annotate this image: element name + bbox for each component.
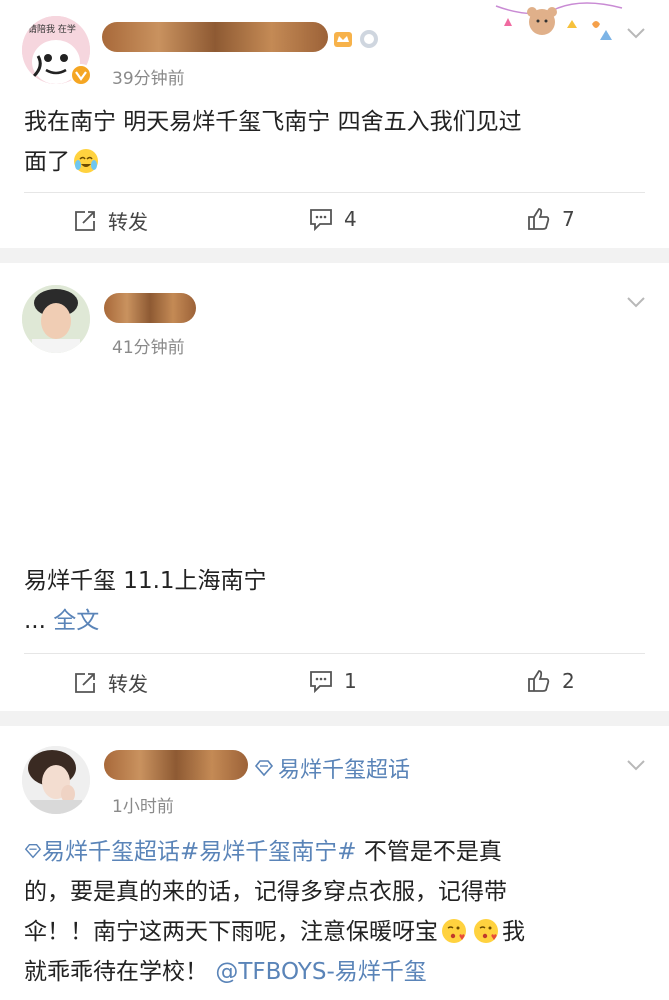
chevron-down-icon[interactable] [625, 291, 647, 313]
post-text-line: 面了 [24, 142, 645, 182]
divider [24, 653, 645, 654]
chevron-down-icon[interactable] [625, 754, 647, 776]
divider [24, 192, 645, 193]
crying-laugh-emoji-icon [74, 148, 98, 173]
repost-icon [75, 672, 95, 693]
like-button[interactable]: 7 [526, 206, 575, 232]
repost-button[interactable]: 转发 [72, 668, 148, 697]
post-timestamp: 39分钟前 [112, 69, 185, 89]
level-badge-icon [360, 30, 378, 48]
username-redacted[interactable] [104, 293, 196, 323]
username-redacted[interactable] [104, 750, 248, 780]
verified-badge-icon [70, 64, 92, 86]
full-text-link[interactable]: 全文 [53, 608, 99, 634]
comment-button[interactable]: 1 [308, 668, 357, 694]
comment-icon [310, 209, 332, 232]
kiss-emoji-icon [442, 918, 466, 943]
weibo-post-card[interactable]: 易烊千玺超话 1小时前 易烊千玺超话#易烊千玺南宁# 不管是不是真 的，要是真的… [0, 726, 669, 1000]
post-content: 易烊千玺超话#易烊千玺南宁# 不管是不是真 的，要是真的来的话，记得多穿点衣服，… [24, 832, 645, 992]
weibo-post-card[interactable]: 41分钟前 易烊千玺 11.1上海南宁 ... 全文 转发 1 2 [0, 263, 669, 711]
like-button[interactable]: 2 [526, 668, 575, 694]
username-redacted[interactable] [102, 22, 328, 52]
user-photo-icon [22, 746, 90, 814]
comment-count: 4 [344, 207, 357, 231]
like-icon [528, 670, 550, 692]
like-count: 7 [562, 207, 575, 231]
decoration-bear-banner-icon [495, 2, 623, 40]
post-text-line: 就乖乖待在学校！ @TFBOYS-易烊千玺 [24, 952, 645, 992]
user-avatar[interactable] [22, 746, 90, 814]
repost-button[interactable]: 转发 [72, 206, 148, 235]
chevron-down-icon[interactable] [625, 22, 647, 44]
post-text-line: 易烊千玺 11.1上海南宁 [24, 568, 267, 594]
comment-count: 1 [344, 669, 357, 693]
post-timestamp: 41分钟前 [112, 338, 185, 358]
super-topic-link[interactable]: 易烊千玺超话 [254, 752, 410, 784]
repost-icon [75, 210, 95, 231]
post-content: 易烊千玺 11.1上海南宁 ... 全文 [24, 561, 645, 641]
post-text-line: 的，要是真的来的话，记得多穿点衣服，记得带 [24, 879, 507, 905]
super-topic-icon [254, 760, 274, 777]
repost-label: 转发 [108, 672, 148, 696]
repost-label: 转发 [108, 210, 148, 234]
post-text-segment: 面了 [24, 149, 70, 175]
hashtag-link[interactable]: 易烊千玺超话#易烊千玺南宁# [24, 839, 364, 865]
post-text-segment: 伞！！南宁这两天下雨呢，注意保暖呀宝 [24, 919, 438, 945]
post-timestamp: 1小时前 [112, 797, 174, 817]
post-text-line: 易烊千玺超话#易烊千玺南宁# 不管是不是真 [24, 832, 645, 872]
post-text-line: ... 全文 [24, 601, 645, 641]
post-text-segment: 不管是不是真 [363, 839, 502, 865]
super-topic-label: 易烊千玺超话 [278, 758, 411, 783]
kiss-emoji-icon [474, 918, 498, 943]
post-text-segment: 就乖乖待在学校！ [24, 959, 208, 985]
post-text-segment: 我 [502, 919, 525, 945]
like-count: 2 [562, 669, 575, 693]
mention-link[interactable]: @TFBOYS-易烊千玺 [215, 959, 426, 985]
hashtag-text: 易烊千玺超话#易烊千玺南宁# [42, 839, 357, 865]
ellipsis: ... [24, 608, 46, 634]
comment-button[interactable]: 4 [308, 206, 357, 232]
avatar-caption: 请陪我 在学 [28, 25, 76, 35]
user-photo-icon [22, 285, 90, 353]
weibo-post-card[interactable]: 请陪我 在学 39分钟前 我在南宁 明天易烊千玺飞南宁 四舍五入我们见过 面了 [0, 0, 669, 248]
post-content: 我在南宁 明天易烊千玺飞南宁 四舍五入我们见过 面了 [24, 102, 645, 182]
user-avatar[interactable] [22, 285, 90, 353]
super-topic-icon [24, 843, 42, 858]
crown-badge-icon [334, 32, 352, 47]
comment-icon [310, 671, 332, 694]
post-text-line: 我在南宁 明天易烊千玺飞南宁 四舍五入我们见过 [24, 109, 522, 135]
like-icon [528, 208, 550, 230]
post-text-line: 伞！！南宁这两天下雨呢，注意保暖呀宝 我 [24, 912, 645, 952]
